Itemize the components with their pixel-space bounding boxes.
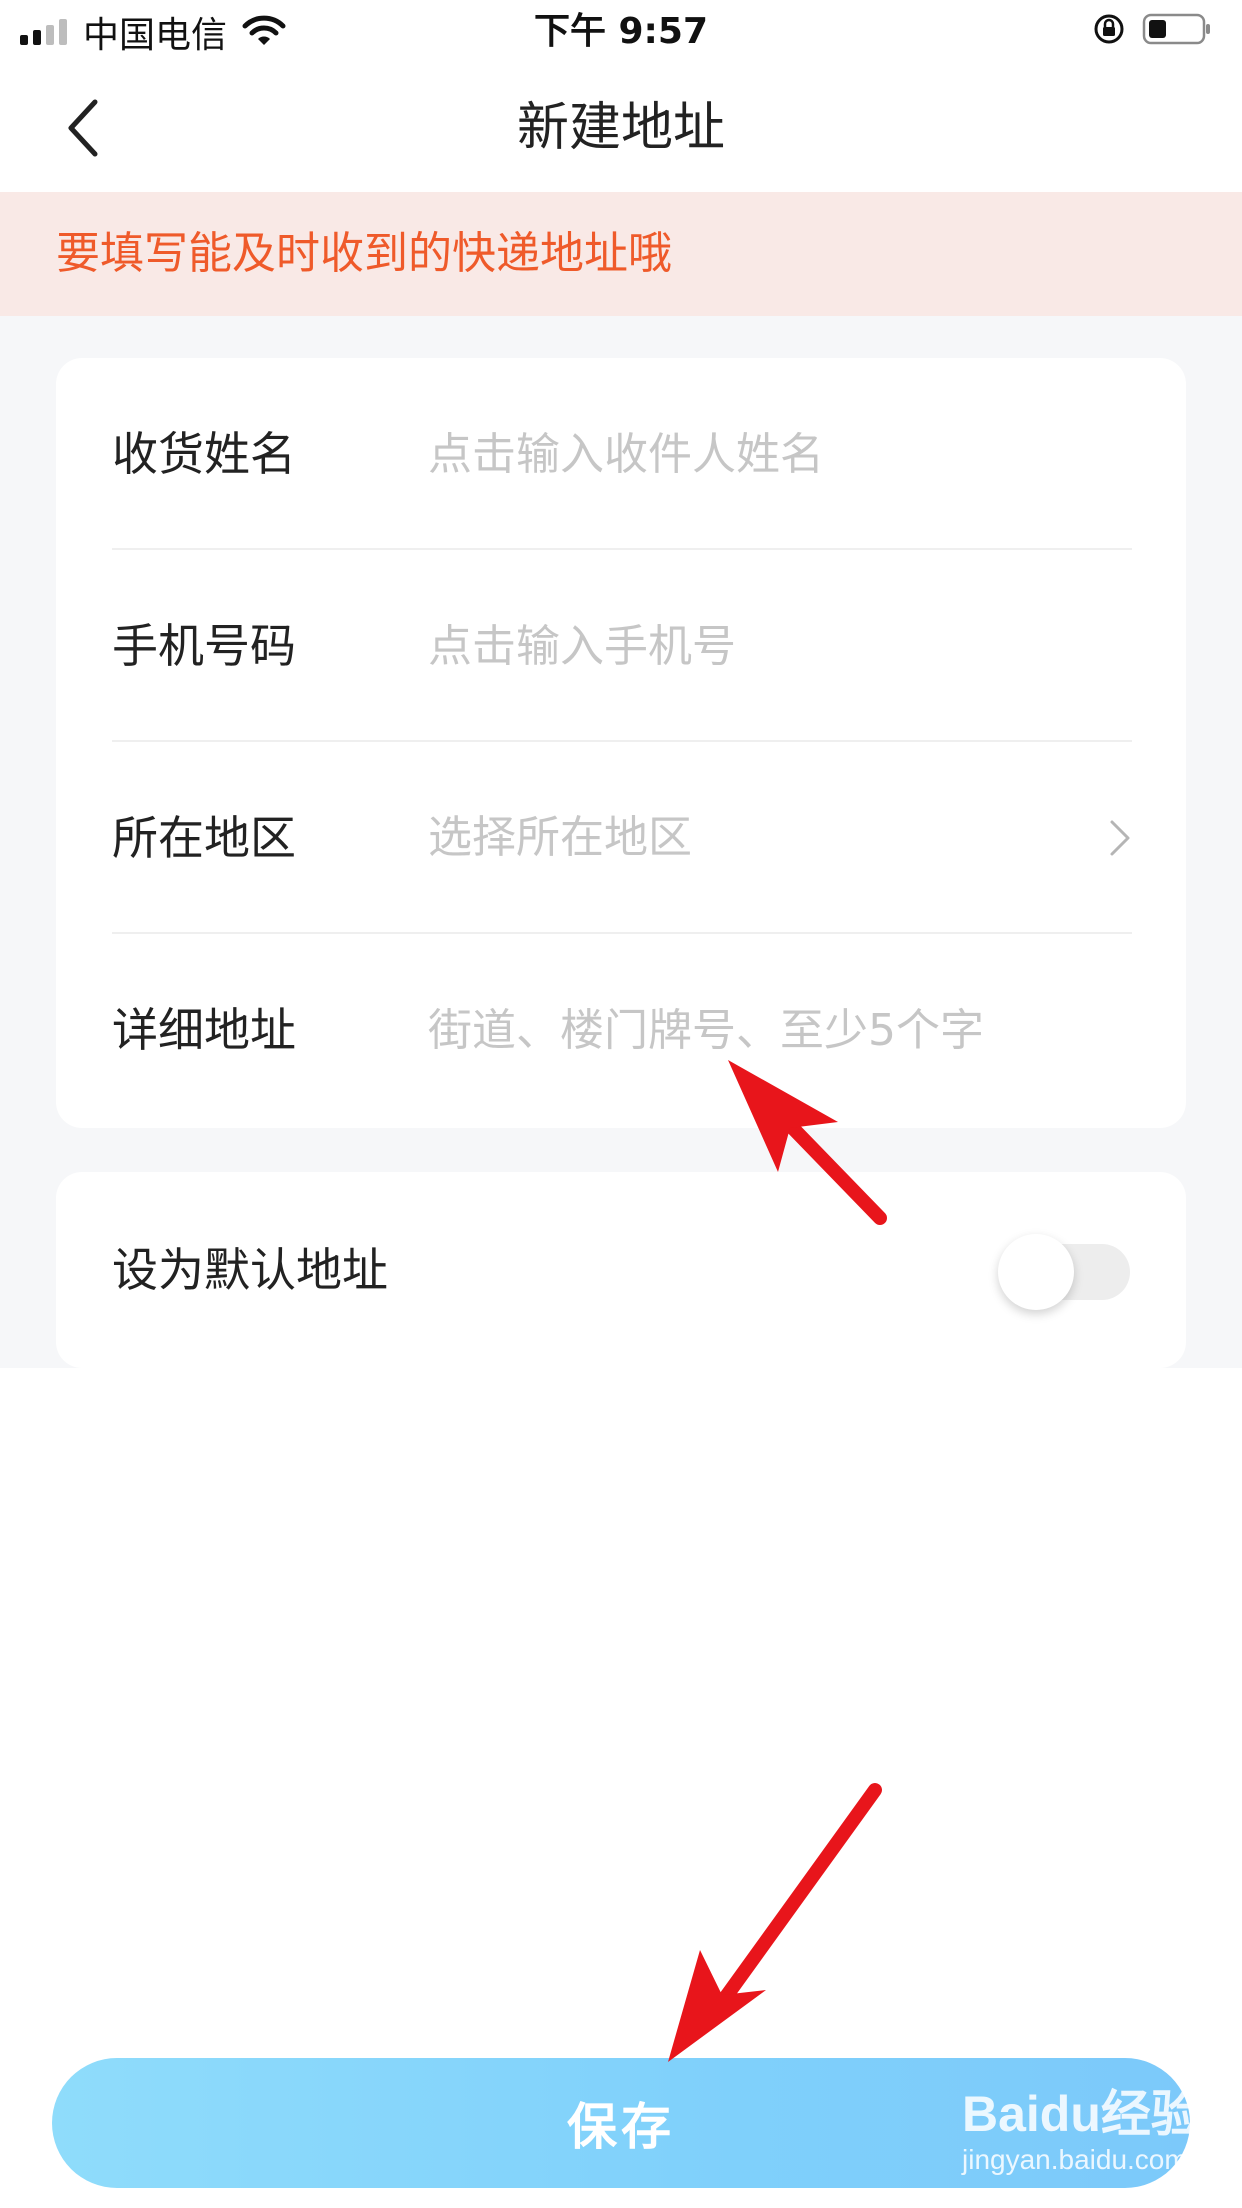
back-button[interactable]	[50, 92, 120, 164]
phone-input[interactable]	[428, 612, 1088, 680]
detail-address-label: 详细地址	[112, 1003, 296, 1057]
status-right	[1092, 12, 1212, 46]
name-label: 收货姓名	[112, 427, 296, 481]
page-title: 新建地址	[516, 98, 725, 158]
chevron-right-icon	[1110, 820, 1130, 856]
notice-banner: 要填写能及时收到的快递地址哦	[0, 192, 1242, 316]
region-label: 所在地区	[112, 811, 296, 865]
chevron-left-icon	[68, 99, 98, 157]
watermark-url: jingyan.baidu.com	[962, 2144, 1188, 2175]
toggle-knob	[998, 1234, 1074, 1310]
phone-label: 手机号码	[112, 619, 296, 673]
nav-bar: 新建地址	[0, 64, 1242, 192]
form-row-name[interactable]: 收货姓名	[112, 358, 1132, 550]
status-time: 下午 9:57	[533, 11, 709, 52]
notice-text: 要填写能及时收到的快递地址哦	[56, 228, 672, 279]
baidu-watermark: Baidu经验 jingyan.baidu.com	[962, 2068, 1212, 2178]
name-input[interactable]	[428, 420, 1088, 488]
default-address-label: 设为默认地址	[112, 1243, 388, 1297]
arrow-to-save-icon	[668, 1783, 882, 2062]
battery-icon	[1142, 13, 1210, 45]
save-label: 保存	[567, 2098, 675, 2156]
form-row-phone[interactable]: 手机号码	[112, 550, 1132, 742]
default-address-toggle[interactable]	[998, 1234, 1130, 1310]
form-row-region[interactable]: 所在地区 选择所在地区	[112, 742, 1132, 934]
rotation-lock-icon	[1094, 14, 1124, 44]
default-address-card: 设为默认地址	[56, 1172, 1186, 1368]
form-row-detail-address[interactable]: 详细地址	[112, 934, 1132, 1126]
status-bar: 中国电信 下午 9:57	[0, 0, 1242, 64]
address-form-card: 收货姓名 手机号码 所在地区 选择所在地区 详细地址	[56, 358, 1186, 1128]
detail-address-input[interactable]	[428, 996, 1088, 1064]
watermark-logo: Baidu经验	[962, 2086, 1201, 2142]
region-selector[interactable]: 选择所在地区	[428, 742, 692, 934]
